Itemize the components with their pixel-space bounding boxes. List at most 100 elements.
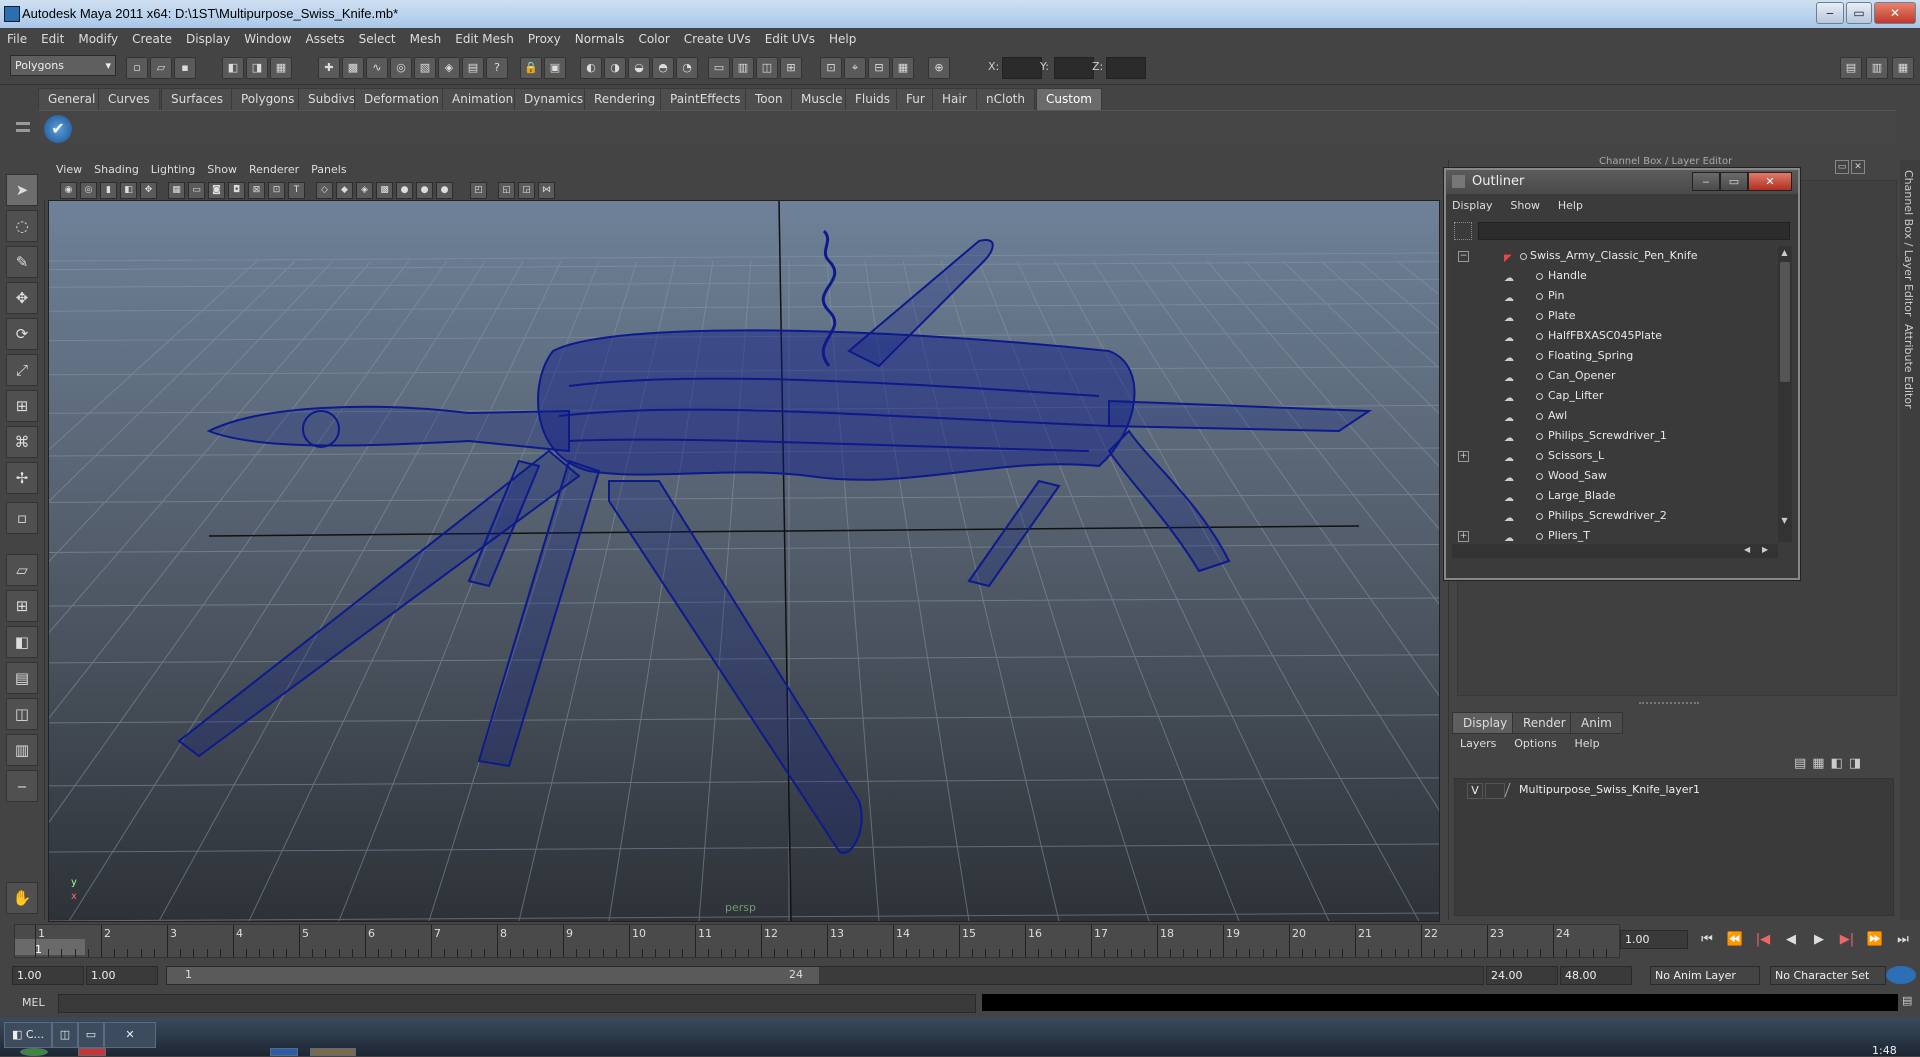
menu-create-uvs[interactable]: Create UVs bbox=[677, 28, 758, 50]
viewport-menu-lighting[interactable]: Lighting bbox=[145, 160, 201, 180]
outliner-row[interactable]: ☁ Philips_Screwdriver_1 bbox=[1452, 426, 1778, 446]
transform-mode-icon[interactable]: ⊕ bbox=[928, 57, 950, 79]
layer-menu-options[interactable]: Options bbox=[1514, 737, 1556, 750]
field-chart-icon[interactable]: ⊠ bbox=[248, 182, 265, 199]
render-view-icon[interactable]: ◔ bbox=[676, 57, 698, 79]
playback-start-field[interactable]: 1.00 bbox=[86, 966, 158, 985]
taskbar-restore-icon[interactable]: ◫ bbox=[52, 1022, 78, 1048]
character-set-dropdown[interactable]: No Character Set bbox=[1770, 966, 1886, 985]
paint-effects-icon[interactable]: ✋ bbox=[6, 882, 38, 914]
animation-start-field[interactable]: 1.00 bbox=[12, 966, 84, 985]
single-perspective-layout-icon[interactable]: ▱ bbox=[6, 554, 38, 586]
viewport-menu-show[interactable]: Show bbox=[201, 160, 243, 180]
start-orb-icon[interactable] bbox=[20, 1048, 48, 1056]
outliner-menu-show[interactable]: Show bbox=[1510, 199, 1540, 212]
go-to-end-icon[interactable]: ⏭ bbox=[1892, 930, 1914, 950]
menu-modify[interactable]: Modify bbox=[71, 28, 125, 50]
shelf-tab-toon[interactable]: Toon bbox=[745, 88, 793, 111]
shelf-tab-polygons[interactable]: Polygons bbox=[231, 88, 305, 111]
relative-transform-icon[interactable]: ◫ bbox=[756, 57, 778, 79]
scroll-down-icon[interactable]: ▼ bbox=[1779, 516, 1790, 527]
film-gate-icon[interactable]: ▭ bbox=[188, 182, 205, 199]
camera-icon[interactable]: ⌖ bbox=[844, 57, 866, 79]
show-attribute-editor-icon[interactable]: ▤ bbox=[1840, 57, 1862, 79]
new-scene-icon[interactable]: ▫ bbox=[126, 57, 148, 79]
layer-create-icons[interactable]: ▤▦◧◨ bbox=[1794, 756, 1890, 774]
range-slider-handle[interactable] bbox=[167, 967, 819, 984]
save-scene-icon[interactable]: ▪ bbox=[174, 57, 196, 79]
2d-pan-icon[interactable]: ✥ bbox=[140, 182, 157, 199]
taskbar-close-icon[interactable]: ✕ bbox=[104, 1022, 156, 1048]
outliner-row[interactable]: ☁ Cap_Lifter bbox=[1452, 386, 1778, 406]
shelf-tab-surfaces[interactable]: Surfaces bbox=[161, 88, 233, 111]
expand-icon[interactable]: + bbox=[1458, 531, 1469, 542]
menu-mesh[interactable]: Mesh bbox=[403, 28, 449, 50]
xray-joints-icon[interactable]: ◲ bbox=[518, 182, 535, 199]
layer-menu-layers[interactable]: Layers bbox=[1460, 737, 1496, 750]
panel-splitter[interactable] bbox=[1639, 702, 1699, 708]
gate-mask-icon[interactable]: ◘ bbox=[228, 182, 245, 199]
script-editor-icon[interactable]: ▤ bbox=[1902, 994, 1916, 1011]
camera-select-icon[interactable]: ◉ bbox=[60, 182, 77, 199]
shelf-tab-fluids[interactable]: Fluids bbox=[845, 88, 901, 111]
shelf-tab-dynamics[interactable]: Dynamics bbox=[514, 88, 594, 111]
scale-tool-icon[interactable]: ⤢ bbox=[6, 354, 38, 386]
maximize-button[interactable]: ▭ bbox=[1846, 2, 1872, 24]
animation-end-field[interactable]: 48.00 bbox=[1560, 966, 1632, 985]
render-icon[interactable]: ◐ bbox=[580, 57, 602, 79]
outliner-row[interactable]: ☁ Wood_Saw bbox=[1452, 466, 1778, 486]
pick-mask-icon[interactable]: ✚ bbox=[318, 57, 340, 79]
texture-icon[interactable]: ▩ bbox=[376, 182, 393, 199]
tool-settings-icon[interactable]: ⊟ bbox=[868, 57, 890, 79]
shelf-tab-rendering[interactable]: Rendering bbox=[584, 88, 666, 111]
step-back-frame-icon[interactable]: |◀ bbox=[1752, 930, 1774, 950]
layer-tab-display[interactable]: Display bbox=[1452, 712, 1519, 734]
viewport-menu-panels[interactable]: Panels bbox=[305, 160, 352, 180]
minimize-button[interactable]: ‒ bbox=[1816, 2, 1844, 24]
shelf-tab-custom[interactable]: Custom bbox=[1036, 88, 1102, 111]
side-tab-channel-box[interactable]: Channel Box / Layer Editor bbox=[1902, 170, 1915, 317]
layer-playback-toggle[interactable] bbox=[1485, 783, 1505, 799]
menu-select[interactable]: Select bbox=[352, 28, 403, 50]
share-icon[interactable]: ⋈ bbox=[538, 182, 555, 199]
shelf-tab-animation[interactable]: Animation bbox=[442, 88, 524, 111]
xray-icon[interactable]: ◱ bbox=[498, 182, 515, 199]
menu-color[interactable]: Color bbox=[631, 28, 676, 50]
help-icon[interactable]: ? bbox=[486, 57, 508, 79]
layer-tab-anim[interactable]: Anim bbox=[1570, 712, 1623, 734]
menu-proxy[interactable]: Proxy bbox=[521, 28, 568, 50]
show-tool-settings-icon[interactable]: ▥ bbox=[1866, 57, 1888, 79]
playback-end-field[interactable]: 24.00 bbox=[1486, 966, 1558, 985]
snap-plane-icon[interactable]: ▧ bbox=[414, 57, 436, 79]
viewport-menu-renderer[interactable]: Renderer bbox=[243, 160, 305, 180]
outliner-filter-input[interactable] bbox=[1478, 222, 1790, 240]
isolate-select-icon[interactable]: ◰ bbox=[470, 182, 487, 199]
step-forward-frame-icon[interactable]: ▶| bbox=[1836, 930, 1858, 950]
range-slider[interactable]: 1 24 bbox=[166, 966, 1484, 985]
input-line-icon[interactable]: ▭ bbox=[708, 57, 730, 79]
viewport-menu-view[interactable]: View bbox=[50, 160, 88, 180]
open-scene-icon[interactable]: ▱ bbox=[150, 57, 172, 79]
outliner-title-bar[interactable]: Outliner ‒ ▭ ✕ bbox=[1446, 170, 1798, 194]
snap-point-icon[interactable]: ◎ bbox=[390, 57, 412, 79]
all-lights-icon[interactable]: ● bbox=[416, 182, 433, 199]
last-tool-icon[interactable]: ▫ bbox=[6, 502, 38, 534]
outliner-row[interactable]: ☁ Plate bbox=[1452, 306, 1778, 326]
resolution-gate-icon[interactable]: ◙ bbox=[208, 182, 225, 199]
layout-options-icon[interactable]: ‒ bbox=[6, 770, 38, 802]
layer-tab-render[interactable]: Render bbox=[1512, 712, 1577, 734]
move-tool-icon[interactable]: ✥ bbox=[6, 282, 38, 314]
scroll-up-icon[interactable]: ▲ bbox=[1779, 248, 1790, 259]
layout-icon[interactable]: ▦ bbox=[892, 57, 914, 79]
grid-icon[interactable]: ▦ bbox=[168, 182, 185, 199]
outliner-close-button[interactable]: ✕ bbox=[1748, 172, 1792, 191]
layer-visibility-toggle[interactable]: V bbox=[1467, 783, 1483, 799]
expand-icon[interactable]: + bbox=[1458, 451, 1469, 462]
outliner-minimize-button[interactable]: ‒ bbox=[1692, 172, 1720, 191]
select-component-icon[interactable]: ▦ bbox=[270, 57, 292, 79]
menu-window[interactable]: Window bbox=[237, 28, 298, 50]
viewport-menu-shading[interactable]: Shading bbox=[88, 160, 145, 180]
shelf-tab-ncloth[interactable]: nCloth bbox=[976, 88, 1035, 111]
menu-assets[interactable]: Assets bbox=[299, 28, 352, 50]
wireframe-on-shaded-icon[interactable]: ◈ bbox=[356, 182, 373, 199]
